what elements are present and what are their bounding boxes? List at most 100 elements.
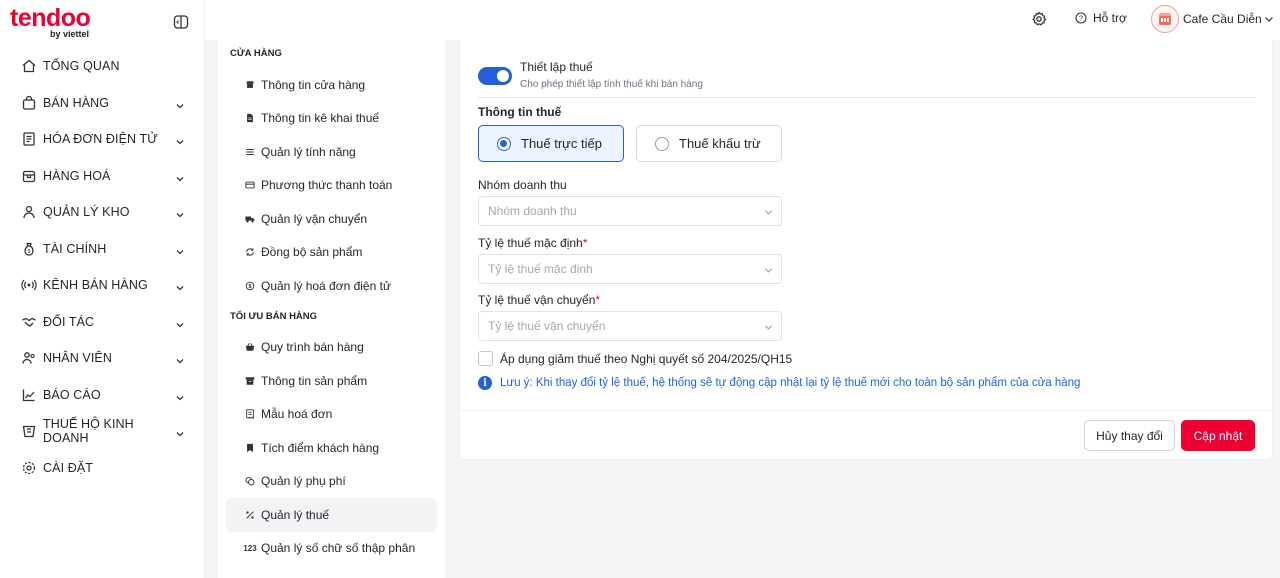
sidebar-item-10[interactable]: Thuế hộ kinh doanh <box>0 413 205 450</box>
settings-item-store-3[interactable]: Phương thức thanh toán <box>226 169 437 203</box>
store-section-title: CỬA HÀNG <box>230 48 282 59</box>
tax-setup-toggle[interactable] <box>478 67 512 85</box>
revenue-group-label-text: Nhóm doanh thu <box>478 178 567 192</box>
sidebar-item-2[interactable]: Hóa đơn điện tử <box>0 121 205 158</box>
settings-item-optimize-3[interactable]: Tích điểm khách hàng <box>226 431 437 465</box>
user-menu[interactable]: Cafe Cầu Diễn <box>1151 5 1274 33</box>
settings-item-label: Quản lý phụ phí <box>261 474 346 489</box>
settings-item-label: Quản lý hoá đơn điện tử <box>261 278 391 293</box>
required-mark: * <box>582 236 588 250</box>
logo-subtext: by viettel <box>50 29 90 39</box>
settings-item-optimize-6[interactable]: 123 Quản lý số chữ số thập phân <box>226 532 437 566</box>
settings-item-label: Phương thức thanh toán <box>261 178 393 193</box>
tax-reduction-checkbox-row[interactable]: Áp dụng giảm thuế theo Nghị quyết số 204… <box>478 351 792 366</box>
settings-item-store-2[interactable]: Quản lý tính năng <box>226 135 437 169</box>
sidebar-item-7[interactable]: Đối tác <box>0 304 205 341</box>
tendoo-logo[interactable]: tendoo by viettel <box>10 6 91 40</box>
info-icon: i <box>478 376 492 390</box>
sidebar-item-label: Kênh bán hàng <box>43 278 148 293</box>
chevron-down-icon <box>175 390 185 401</box>
sidebar-item-label: Hàng hoá <box>43 168 111 183</box>
settings-item-label: Quản lý số chữ số thập phân <box>261 541 416 556</box>
archive-icon <box>245 376 255 386</box>
sidebar-item-0[interactable]: Tổng quan <box>0 48 205 85</box>
revenue-group-select[interactable]: Nhóm doanh thu <box>478 196 782 226</box>
warehouse-icon <box>21 204 37 220</box>
bookmark-icon <box>245 443 255 453</box>
radio-unselected-icon <box>655 136 669 151</box>
card-icon <box>245 180 255 190</box>
sidebar-item-label: Cài đặt <box>43 460 94 475</box>
settings-item-optimize-5[interactable]: Quản lý thuế <box>226 498 437 532</box>
sidebar-item-label: Bán hàng <box>43 95 110 110</box>
chevron-down-icon <box>175 244 185 255</box>
cancel-changes-button[interactable]: Hủy thay đổi <box>1084 420 1175 451</box>
settings-item-optimize-1[interactable]: Thông tin sản phẩm <box>226 364 437 398</box>
chevron-down-icon <box>764 210 773 215</box>
settings-item-store-5[interactable]: Đồng bộ sản phẩm <box>226 236 437 270</box>
settings-item-label: Quy trình bán hàng <box>261 340 364 355</box>
settings-item-optimize-0[interactable]: Quy trình bán hàng <box>226 331 437 365</box>
required-mark: * <box>595 293 601 307</box>
sidebar-item-label: Hóa đơn điện tử <box>43 132 159 147</box>
deduct-tax-radio[interactable]: Thuế khấu trừ <box>636 125 782 162</box>
revenue-group-label: Nhóm doanh thu <box>478 178 567 192</box>
store-icon <box>245 80 255 90</box>
default-rate-select[interactable]: Tỷ lệ thuế mặc định <box>478 254 782 284</box>
chevron-down-icon <box>175 426 185 437</box>
sidebar-item-9[interactable]: Báo cáo <box>0 377 205 414</box>
broadcast-icon <box>21 277 37 293</box>
settings-item-label: Quản lý thuế <box>261 507 330 522</box>
svg-text:$: $ <box>28 249 31 255</box>
toggle-title: Thiết lập thuế <box>520 60 593 74</box>
chevron-down-icon <box>175 171 185 182</box>
update-button[interactable]: Cập nhật <box>1181 420 1255 451</box>
tax-reduction-label: Áp dụng giảm thuế theo Nghị quyết số 204… <box>500 351 793 366</box>
settings-item-optimize-2[interactable]: Mẫu hoá đơn <box>226 398 437 432</box>
toggle-knob <box>497 70 509 82</box>
sidebar-item-8[interactable]: Nhân viên <box>0 340 205 377</box>
shipping-rate-select[interactable]: Tỷ lệ thuế vận chuyển <box>478 311 782 341</box>
settings-item-store-4[interactable]: Quản lý vận chuyển <box>226 202 437 236</box>
sidebar-item-3[interactable]: Hàng hoá <box>0 158 205 195</box>
revenue-group-placeholder: Nhóm doanh thu <box>488 204 577 218</box>
settings-item-store-1[interactable]: Thông tin kê khai thuế <box>226 102 437 136</box>
sidebar-item-5[interactable]: $ Tài chính <box>0 231 205 268</box>
box-icon <box>21 168 37 184</box>
settings-gear-icon[interactable] <box>1031 11 1047 27</box>
tax-info-title: Thông tin thuế <box>478 105 562 119</box>
radio-selected-icon <box>497 136 511 151</box>
percent-icon <box>245 510 255 520</box>
invoice-icon <box>21 131 37 147</box>
number-icon: 123 <box>243 543 257 553</box>
svg-text:?: ? <box>1079 14 1083 23</box>
tax-settings-panel: Thiết lập thuế Cho phép thiết lập tính t… <box>459 40 1273 460</box>
collapse-sidebar-icon[interactable] <box>173 14 189 30</box>
chevron-down-icon <box>1264 17 1273 22</box>
tax-reduction-checkbox[interactable] <box>478 351 493 366</box>
footer-divider <box>460 410 1273 411</box>
sidebar-item-label: Báo cáo <box>43 387 101 402</box>
bag-icon <box>21 95 37 111</box>
sidebar-item-4[interactable]: Quản lý kho <box>0 194 205 231</box>
sidebar-item-11[interactable]: Cài đặt <box>0 450 205 487</box>
direct-tax-radio[interactable]: Thuế trực tiếp <box>478 125 624 162</box>
settings-item-label: Thông tin kê khai thuế <box>261 111 380 126</box>
settings-item-label: Đồng bộ sản phẩm <box>261 245 363 260</box>
sidebar-item-6[interactable]: Kênh bán hàng <box>0 267 205 304</box>
settings-item-store-6[interactable]: $ Quản lý hoá đơn điện tử <box>226 269 437 303</box>
optimize-section-title: TỐI ƯU BÁN HÀNG <box>230 310 318 322</box>
home-icon <box>21 58 37 74</box>
shipping-rate-placeholder: Tỷ lệ thuế vận chuyển <box>488 319 606 333</box>
settings-item-store-0[interactable]: Thông tin cửa hàng <box>226 68 437 102</box>
settings-item-label: Quản lý vận chuyển <box>261 211 368 226</box>
settings-item-label: Thông tin sản phẩm <box>261 373 368 388</box>
default-rate-label-text: Tỷ lệ thuế mặc định <box>478 236 583 250</box>
sidebar-item-1[interactable]: Bán hàng <box>0 85 205 122</box>
settings-item-label: Mẫu hoá đơn <box>261 407 333 422</box>
settings-item-optimize-4[interactable]: Quản lý phụ phí <box>226 465 437 499</box>
basket-icon <box>245 342 255 352</box>
sidebar: tendoo by viettel Tổng quan Bán hàng Hóa đ… <box>0 0 205 578</box>
help-link[interactable]: ? Hỗ trợ <box>1075 11 1127 25</box>
topbar: ? Hỗ trợ Cafe Cầu Diễn <box>205 0 1280 40</box>
